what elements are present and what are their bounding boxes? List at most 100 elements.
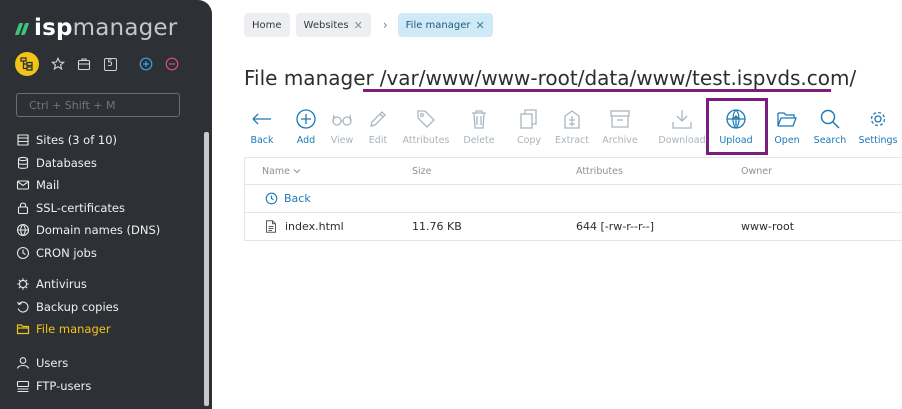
sidebar-item-label: Antivirus — [36, 277, 87, 292]
sidebar-item-cron-jobs[interactable]: CRON jobs — [16, 242, 206, 265]
copy-icon — [518, 108, 540, 130]
logo[interactable]: ispmanager — [14, 14, 178, 42]
toolbar-label: Delete — [463, 135, 495, 146]
column-attributes-header[interactable]: Attributes — [576, 166, 623, 177]
toolbar-label: Search — [813, 135, 847, 146]
sidebar-item-label: SSL-certificates — [36, 200, 125, 215]
ftp-icon — [16, 379, 30, 393]
star-icon — [51, 57, 65, 71]
plus-circle-icon — [139, 57, 153, 71]
sidebar-item-label: CRON jobs — [36, 245, 97, 260]
sidebar-item-users[interactable]: Users — [16, 352, 206, 375]
remove-quick-button[interactable] — [163, 55, 181, 73]
back-link[interactable]: Back — [284, 192, 311, 205]
toolbar-download-button[interactable]: Download — [652, 108, 712, 146]
briefcase-icon — [77, 58, 91, 71]
logo-mark-icon — [14, 21, 30, 35]
file-name-cell: index.html — [265, 220, 344, 233]
nav-group-tools: Antivirus Backup copies File manager — [16, 273, 206, 341]
toolbar-label: Open — [774, 135, 800, 146]
toolbar-settings-button[interactable]: Settings — [848, 108, 902, 146]
toolbar-label: View — [330, 135, 354, 146]
table-row-back[interactable]: Back — [244, 185, 902, 213]
toolbar-label: Edit — [368, 135, 388, 146]
sidebar-item-file-manager[interactable]: File manager — [16, 318, 206, 341]
sidebar-item-mail[interactable]: Mail — [16, 174, 206, 197]
toolbar-label: Extract — [554, 135, 590, 146]
add-quick-button[interactable] — [137, 55, 155, 73]
toolbar-label: Copy — [516, 135, 542, 146]
toolbar-label: Back — [250, 135, 274, 146]
search-icon — [819, 108, 841, 130]
favorites-star-button[interactable] — [49, 55, 67, 73]
breadcrumb-label: Home — [252, 19, 282, 31]
column-size-header[interactable]: Size — [412, 166, 432, 177]
sidebar-item-label: Backup copies — [36, 299, 119, 314]
sitemap-icon — [20, 57, 33, 71]
user-icon — [16, 356, 30, 370]
breadcrumb: Home Websites ✕ › File manager ✕ — [244, 13, 499, 37]
sidebar-item-label: Domain names (DNS) — [36, 223, 161, 238]
page-title: File manager/var/www/www-root/data/www/t… — [244, 66, 856, 90]
breadcrumb-label: Websites — [303, 19, 349, 31]
close-icon[interactable]: ✕ — [354, 19, 363, 32]
column-name-header[interactable]: Name — [262, 166, 301, 177]
tag-icon — [415, 108, 437, 130]
sidebar-item-label: File manager — [36, 322, 111, 337]
trash-icon — [468, 108, 490, 130]
mail-icon — [16, 178, 30, 192]
breadcrumb-websites[interactable]: Websites ✕ — [295, 13, 371, 37]
file-table: Name Size Attributes Owner Back index.ht… — [244, 157, 902, 241]
file-icon — [265, 220, 277, 233]
column-owner-header[interactable]: Owner — [741, 166, 772, 177]
logo-manager-text: manager — [72, 15, 178, 41]
toolbar-label: Archive — [602, 135, 638, 146]
current-path[interactable]: /var/www/www-root/data/www/test.ispvds.c… — [380, 66, 857, 90]
sidebar-item-backup-copies[interactable]: Backup copies — [16, 296, 206, 319]
glasses-icon — [331, 108, 353, 130]
file-owner: www-root — [741, 220, 795, 233]
sidebar-item-label: Users — [36, 356, 69, 371]
back-clock-icon — [265, 192, 278, 205]
file-size: 11.76 KB — [412, 220, 462, 233]
archive-icon — [609, 108, 631, 130]
toolbar-delete-button[interactable]: Delete — [452, 108, 506, 146]
toolbar-archive-button[interactable]: Archive — [593, 108, 647, 146]
toolbar-label: Settings — [858, 135, 898, 146]
globe-icon — [16, 223, 30, 237]
download-icon — [671, 108, 693, 130]
nav-group-main: Sites (3 of 10) Databases Mail SSL-certific… — [16, 129, 206, 264]
pencil-icon — [367, 108, 389, 130]
minus-circle-icon — [165, 57, 179, 71]
ssl-icon — [16, 201, 30, 215]
file-name: index.html — [285, 220, 344, 233]
sidebar-item-domain-names-dns[interactable]: Domain names (DNS) — [16, 219, 206, 242]
toolbar-label: Attributes — [402, 135, 450, 146]
antivirus-icon — [16, 277, 30, 291]
sidebar-item-antivirus[interactable]: Antivirus — [16, 273, 206, 296]
quick-menu-button[interactable] — [15, 52, 39, 76]
tasks-button[interactable] — [75, 55, 93, 73]
path-annotation-underline — [363, 89, 831, 92]
extract-icon — [561, 108, 583, 130]
backup-icon — [16, 300, 30, 314]
notifications-button[interactable]: 5 — [101, 55, 119, 73]
close-icon[interactable]: ✕ — [476, 19, 485, 32]
sidebar-scrollbar[interactable] — [204, 132, 209, 406]
table-row[interactable]: index.html 11.76 KB 644 [-rw-r--r--] www-ro… — [244, 213, 902, 241]
folder-open-icon — [776, 108, 798, 130]
sidebar-item-databases[interactable]: Databases — [16, 152, 206, 175]
toolbar-label: Download — [658, 135, 706, 146]
sidebar-item-ssl-certificates[interactable]: SSL-certificates — [16, 197, 206, 220]
clock-icon — [16, 246, 30, 260]
breadcrumb-file-manager[interactable]: File manager ✕ — [397, 13, 493, 37]
sidebar-item-ftp-users[interactable]: FTP-users — [16, 375, 206, 398]
breadcrumb-label: File manager — [405, 19, 471, 31]
breadcrumb-home[interactable]: Home — [244, 13, 290, 37]
page-title-text: File manager — [244, 66, 374, 90]
sidebar: ispmanager 5 Ctrl + Shift + M Sites (3 o… — [0, 0, 212, 409]
sidebar-item-label: Databases — [36, 155, 97, 170]
toolbar-attributes-button[interactable]: Attributes — [396, 108, 456, 146]
toolbar-extract-button[interactable]: Extract — [545, 108, 599, 146]
folder-icon — [16, 322, 30, 336]
